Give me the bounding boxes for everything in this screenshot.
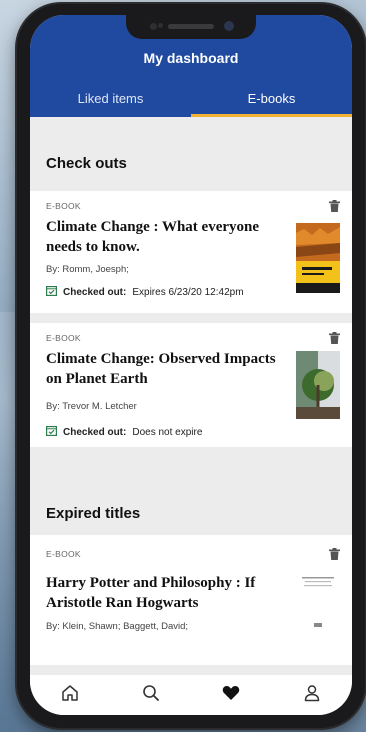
trash-icon[interactable]	[329, 547, 340, 565]
status-label: Checked out:	[63, 286, 127, 298]
nav-home[interactable]	[50, 679, 90, 711]
book-title[interactable]: Climate Change : What everyone needs to …	[46, 217, 282, 257]
search-icon	[142, 684, 160, 707]
checkout-status: Checked out: Expires 6/23/20 12:42pm	[46, 285, 244, 299]
book-author: By: Romm, Joesph;	[46, 264, 129, 275]
bottom-nav	[30, 675, 352, 715]
book-cover[interactable]	[296, 565, 340, 639]
format-label: E-BOOK	[46, 201, 81, 211]
tab-liked-items[interactable]: Liked items	[30, 87, 191, 117]
book-author: By: Klein, Shawn; Baggett, David;	[46, 621, 189, 632]
phone-screen: My dashboard Liked items E-books Check o…	[30, 15, 352, 715]
tab-bar: Liked items E-books	[30, 87, 352, 117]
tab-ebooks[interactable]: E-books	[191, 87, 352, 117]
phone-notch	[126, 15, 256, 39]
checkout-card[interactable]: E-BOOK Climate Change: Observed Impacts …	[30, 323, 352, 447]
trash-icon[interactable]	[329, 331, 340, 349]
page-title: My dashboard	[143, 50, 239, 66]
section-title-expired: Expired titles	[46, 505, 141, 522]
nav-liked[interactable]	[211, 679, 251, 711]
book-title[interactable]: Climate Change: Observed Impacts on Plan…	[46, 349, 282, 389]
checkout-card[interactable]: E-BOOK Climate Change : What everyone ne…	[30, 191, 352, 313]
status-label: Checked out:	[63, 426, 127, 438]
book-author: By: Trevor M. Letcher	[46, 401, 137, 412]
section-title-checkouts: Check outs	[46, 155, 127, 172]
user-icon	[303, 684, 321, 707]
status-value: Does not expire	[132, 426, 203, 438]
heart-icon	[222, 685, 240, 706]
home-icon	[61, 684, 79, 707]
nav-profile[interactable]	[292, 679, 332, 711]
book-cover[interactable]	[296, 223, 340, 293]
status-value: Expires 6/23/20 12:42pm	[132, 286, 244, 298]
expired-card[interactable]: E-BOOK Harry Potter and Philosophy : If …	[30, 535, 352, 665]
phone-frame: My dashboard Liked items E-books Check o…	[17, 4, 365, 728]
book-cover[interactable]	[296, 351, 340, 419]
calendar-check-icon	[46, 425, 58, 439]
trash-icon[interactable]	[329, 199, 340, 217]
format-label: E-BOOK	[46, 333, 81, 343]
main-content[interactable]: Check outs E-BOOK Climate Change : What …	[30, 117, 352, 675]
nav-search[interactable]	[131, 679, 171, 711]
checkout-status: Checked out: Does not expire	[46, 425, 202, 439]
book-title[interactable]: Harry Potter and Philosophy : If Aristot…	[46, 573, 282, 613]
format-label: E-BOOK	[46, 549, 81, 559]
calendar-check-icon	[46, 285, 58, 299]
